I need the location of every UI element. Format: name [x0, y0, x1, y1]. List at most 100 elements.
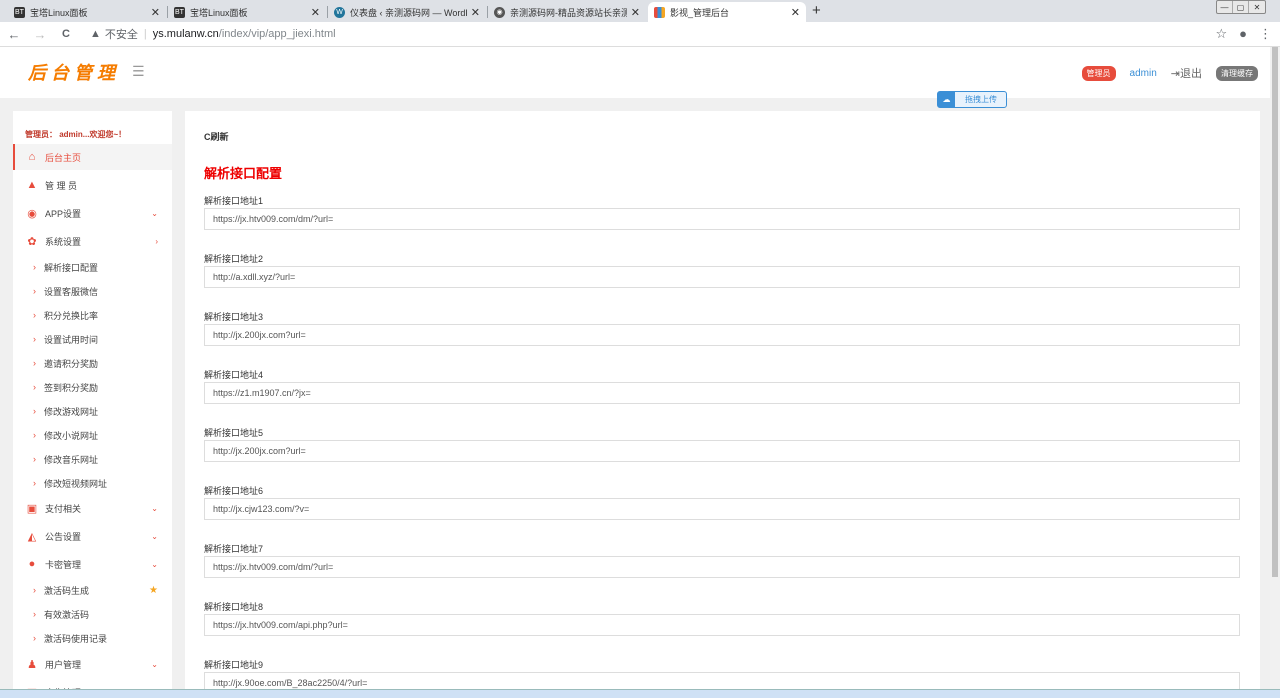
menu-toggle-icon[interactable]: ☰ — [132, 63, 145, 80]
sidebar-subitem-generate-code[interactable]: › 激活码生成 ★ — [13, 578, 172, 602]
scrollbar-thumb[interactable] — [1272, 47, 1278, 577]
sidebar-item-label: 管 理 员 — [45, 180, 78, 191]
sidebar-item-admin[interactable]: ▲ 管 理 员 — [13, 172, 172, 198]
minimize-button[interactable]: — — [1217, 1, 1233, 13]
sidebar-item-home[interactable]: ⌂ 后台主页 — [13, 144, 172, 170]
window-controls: — ▢ ✕ — [1216, 0, 1266, 14]
chevron-right-icon: › — [33, 454, 36, 464]
globe-icon: ● — [28, 558, 36, 570]
chevron-right-icon: › — [33, 286, 36, 296]
os-taskbar — [0, 689, 1280, 698]
api-url-input-3[interactable]: http://jx.200jx.com?url= — [204, 324, 1240, 346]
sidebar-item-label: 用户管理 — [45, 659, 82, 670]
api-url-input-4[interactable]: https://z1.m1907.cn/?jx= — [204, 382, 1240, 404]
sidebar-item-user-management[interactable]: ♟ 用户管理 ⌄ — [13, 651, 172, 677]
sidebar-subitem-label: 激活码生成 — [44, 585, 90, 596]
sidebar-subitem-trial-time[interactable]: › 设置试用时间 — [13, 327, 172, 351]
profile-icon[interactable]: ● — [1239, 26, 1247, 42]
bookmark-star-icon[interactable]: ☆ — [1215, 26, 1227, 42]
reload-button[interactable]: C — [58, 28, 74, 40]
chevron-down-icon: ⌄ — [151, 559, 158, 569]
browser-tab-2[interactable]: BT 宝塔Linux面板 ✕ — [168, 2, 326, 22]
field-label: 解析接口地址8 — [204, 602, 264, 612]
admin-greeting: 管理员： admin...欢迎您~！ — [25, 130, 127, 139]
api-url-input-1[interactable]: https://jx.htv009.com/dm/?url= — [204, 208, 1240, 230]
sidebar-subitem-label: 有效激活码 — [44, 609, 90, 620]
sidebar-item-system-settings[interactable]: ✿ 系统设置 › — [13, 228, 172, 254]
chevron-down-icon: ⌄ — [151, 659, 158, 669]
user-icon: ▲ — [26, 179, 38, 191]
chevron-right-icon: › — [33, 382, 36, 392]
chevron-right-icon: › — [33, 310, 36, 320]
tab-close-icon[interactable]: ✕ — [311, 6, 320, 19]
drag-upload-button[interactable]: ☁ 拖拽上传 — [937, 91, 1007, 108]
sidebar-subitem-code-usage[interactable]: › 激活码使用记录 — [13, 626, 172, 650]
api-url-input-8[interactable]: https://jx.htv009.com/api.php?url= — [204, 614, 1240, 636]
browser-toolbar: ← → C ▲ 不安全 | ys.mulanw.cn /index/vip/ap… — [0, 22, 1280, 47]
chevron-right-icon: › — [155, 236, 158, 246]
close-window-button[interactable]: ✕ — [1249, 1, 1265, 13]
api-url-input-2[interactable]: http://a.xdll.xyz/?url= — [204, 266, 1240, 288]
forward-button[interactable]: → — [32, 27, 48, 42]
sidebar-subitem-invite-reward[interactable]: › 邀请积分奖励 — [13, 351, 172, 375]
users-icon: ♟ — [27, 658, 37, 671]
bt-panel-icon: BT — [14, 6, 25, 18]
clear-cache-button[interactable]: 清理缓存 — [1216, 65, 1258, 81]
warning-icon[interactable]: ▲ — [90, 28, 101, 40]
tab-label: 宝塔Linux面板 — [30, 7, 88, 18]
refresh-button[interactable]: C刷新 — [204, 130, 229, 143]
home-icon: ⌂ — [28, 151, 36, 163]
page-scrollbar[interactable] — [1270, 47, 1280, 698]
sidebar-subitem-game-url[interactable]: › 修改游戏网址 — [13, 399, 172, 423]
username-link[interactable]: admin — [1130, 68, 1157, 79]
sidebar-subitem-label: 签到积分奖励 — [44, 382, 99, 393]
tab-label: 仪表盘 ‹ 亲测源码网 — WordPr… — [350, 7, 467, 18]
tab-close-icon[interactable]: ✕ — [791, 6, 800, 19]
field-label: 解析接口地址5 — [204, 428, 264, 438]
field-label: 解析接口地址6 — [204, 486, 264, 496]
sidebar-subitem-points-ratio[interactable]: › 积分兑换比率 — [13, 303, 172, 327]
maximize-button[interactable]: ▢ — [1233, 1, 1249, 13]
browser-tab-3[interactable]: W 仪表盘 ‹ 亲测源码网 — WordPr… ✕ — [328, 2, 486, 22]
logout-button[interactable]: ⇥退出 — [1171, 65, 1202, 81]
sidebar-subitem-short-video-url[interactable]: › 修改短视频网址 — [13, 471, 172, 495]
browser-menu-icon[interactable]: ⋮ — [1259, 26, 1272, 42]
chevron-down-icon: ⌄ — [151, 208, 158, 218]
sidebar-subitem-service-wechat[interactable]: › 设置客服微信 — [13, 279, 172, 303]
browser-tab-1[interactable]: BT 宝塔Linux面板 ✕ — [8, 2, 166, 22]
money-icon: ▣ — [26, 502, 38, 515]
wordpress-icon: W — [334, 6, 345, 18]
tab-close-icon[interactable]: ✕ — [471, 6, 480, 19]
sidebar-subitem-music-url[interactable]: › 修改音乐网址 — [13, 447, 172, 471]
sidebar-item-label: 公告设置 — [45, 531, 82, 542]
chevron-down-icon: ⌄ — [151, 531, 158, 541]
chevron-right-icon: › — [33, 334, 36, 344]
api-url-input-7[interactable]: https://jx.htv009.com/dm/?url= — [204, 556, 1240, 578]
new-tab-button[interactable]: + — [812, 2, 821, 19]
sidebar-item-announcement[interactable]: ◭ 公告设置 ⌄ — [13, 523, 172, 549]
chevron-right-icon: › — [33, 358, 36, 368]
admin-app: 后台管理 ☰ 管理员 admin ⇥退出 清理缓存 ☁ 拖拽上传 管理员： ad… — [0, 47, 1270, 698]
browser-tab-4[interactable]: ◉ 亲测源码网-精品资源站长亲测 ✕ — [488, 2, 646, 22]
sidebar-subitem-signin-reward[interactable]: › 签到积分奖励 — [13, 375, 172, 399]
sidebar-item-payment[interactable]: ▣ 支付相关 ⌄ — [13, 495, 172, 521]
back-button[interactable]: ← — [6, 27, 22, 42]
api-url-input-5[interactable]: http://jx.200jx.com?url= — [204, 440, 1240, 462]
sidebar-subitem-label: 解析接口配置 — [44, 262, 99, 273]
api-url-input-6[interactable]: http://jx.cjw123.com/?v= — [204, 498, 1240, 520]
browser-tab-5-active[interactable]: 影视_管理后台 ✕ — [648, 2, 806, 22]
sidebar-item-card-management[interactable]: ● 卡密管理 ⌄ — [13, 551, 172, 577]
sidebar-subitem-valid-codes[interactable]: › 有效激活码 — [13, 602, 172, 626]
field-label: 解析接口地址1 — [204, 196, 264, 206]
bell-icon: ◭ — [27, 530, 37, 543]
tab-close-icon[interactable]: ✕ — [151, 6, 160, 19]
sidebar-subitem-novel-url[interactable]: › 修改小说网址 — [13, 423, 172, 447]
sidebar-subitem-parse-api[interactable]: › 解析接口配置 — [13, 255, 172, 279]
url-bar[interactable]: ▲ 不安全 | ys.mulanw.cn /index/vip/app_jiex… — [90, 26, 336, 42]
logo[interactable]: 后台管理 — [28, 59, 120, 85]
tab-label: 影视_管理后台 — [670, 7, 730, 18]
sidebar-item-label: 支付相关 — [45, 503, 82, 514]
sidebar-item-app-settings[interactable]: ◉ APP设置 ⌄ — [13, 200, 172, 226]
tab-close-icon[interactable]: ✕ — [631, 6, 640, 19]
sidebar-subitem-label: 激活码使用记录 — [44, 633, 108, 644]
